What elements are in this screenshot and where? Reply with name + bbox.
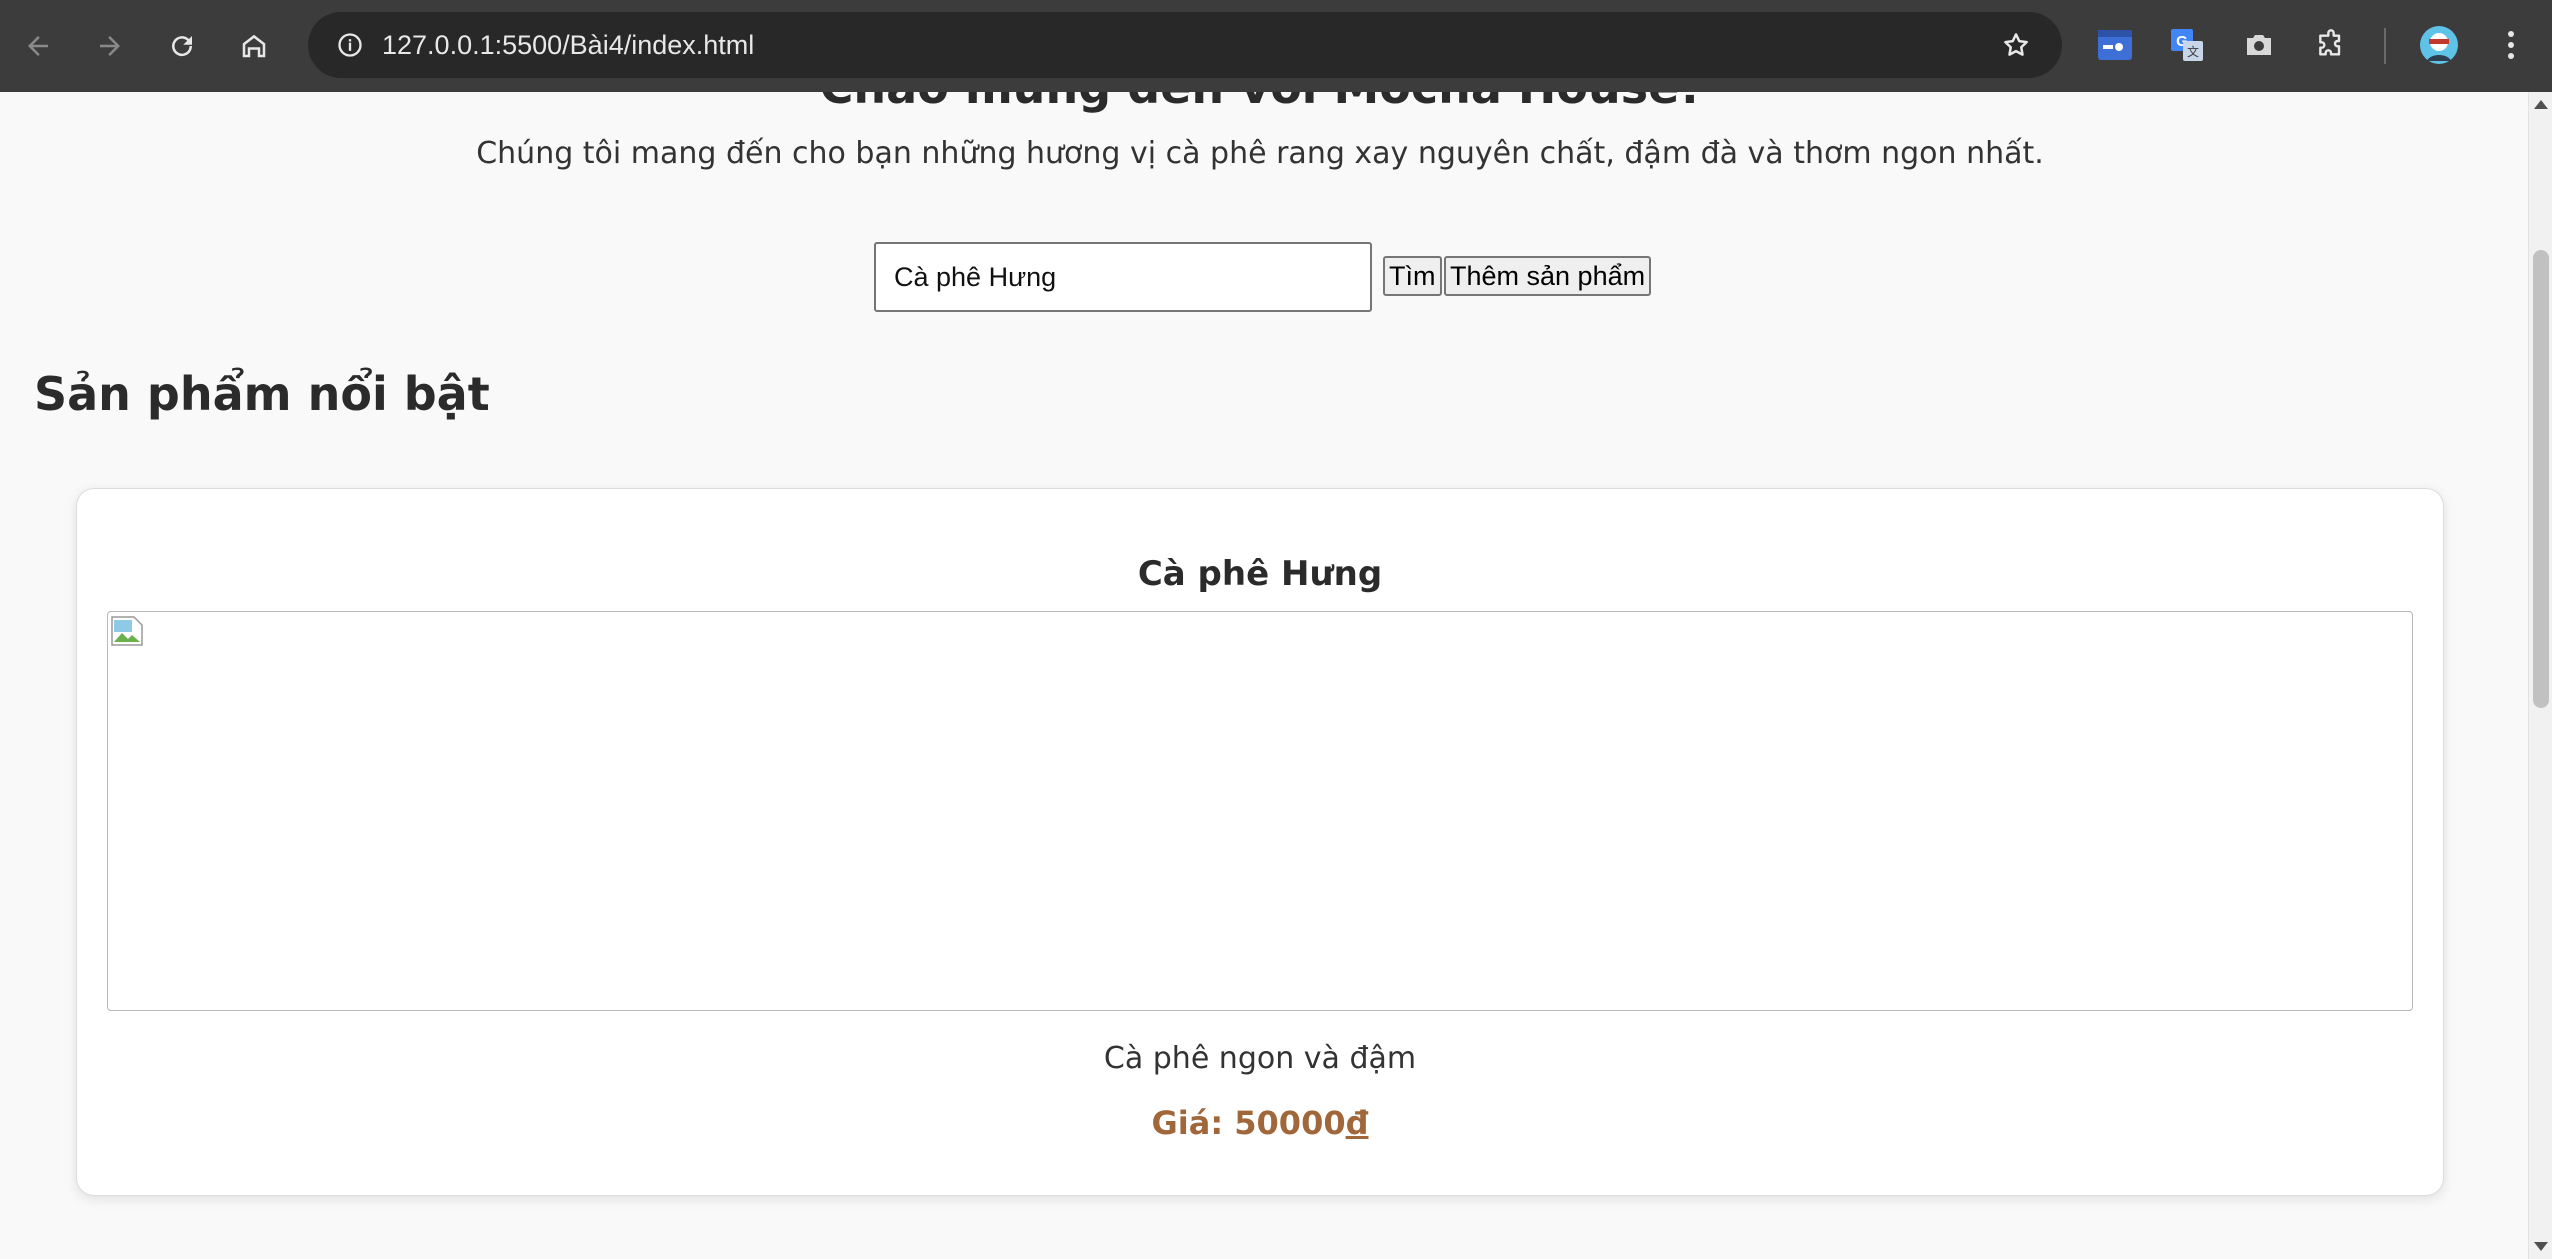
url-text[interactable]: 127.0.0.1:5500/Bài4/index.html bbox=[382, 12, 754, 78]
search-button[interactable]: Tìm bbox=[1383, 256, 1442, 296]
forward-icon[interactable] bbox=[86, 22, 134, 70]
scroll-thumb[interactable] bbox=[2533, 250, 2549, 708]
address-bar[interactable]: 127.0.0.1:5500/Bài4/index.html bbox=[308, 12, 2062, 78]
broken-image-icon bbox=[111, 616, 143, 646]
product-image bbox=[107, 611, 2413, 1011]
home-icon[interactable] bbox=[230, 22, 278, 70]
page-content: Chào mừng đến với Mocha House! Chúng tôi… bbox=[0, 92, 2528, 1259]
product-description: Cà phê ngon và đậm bbox=[1103, 1041, 1417, 1076]
search-input[interactable] bbox=[874, 242, 1372, 312]
profile-avatar[interactable] bbox=[2414, 20, 2464, 70]
product-card: Cà phê Hưng Cà phê ngon và đậm Giá: 5000… bbox=[76, 488, 2444, 1196]
toolbar-separator bbox=[2384, 28, 2386, 64]
translate-icon[interactable]: G文 bbox=[2162, 20, 2212, 70]
add-product-button[interactable]: Thêm sản phẩm bbox=[1444, 256, 1652, 296]
product-price: Giá: 50000đ bbox=[77, 1099, 2443, 1147]
site-info-icon[interactable] bbox=[326, 21, 374, 69]
camera-icon[interactable] bbox=[2234, 20, 2284, 70]
product-name: Cà phê Hưng bbox=[1137, 554, 1383, 594]
price-value: 50000 bbox=[1234, 1104, 1346, 1142]
scrollbar[interactable] bbox=[2528, 92, 2552, 1259]
puzzle-icon[interactable] bbox=[2306, 20, 2356, 70]
kebab-menu-icon[interactable] bbox=[2486, 20, 2536, 70]
browser-toolbar: 127.0.0.1:5500/Bài4/index.html G文 bbox=[0, 0, 2552, 93]
price-label: Giá: bbox=[1151, 1104, 1235, 1142]
currency-symbol: đ bbox=[1345, 1104, 1369, 1142]
page-title: Chào mừng đến với Mocha House! bbox=[0, 92, 2520, 134]
svg-text:文: 文 bbox=[2187, 44, 2199, 59]
section-title: Sản phẩm nổi bật bbox=[34, 367, 490, 421]
bookmark-star-icon[interactable] bbox=[1992, 21, 2040, 69]
scroll-up-icon[interactable] bbox=[2534, 100, 2548, 109]
scroll-down-icon[interactable] bbox=[2534, 1242, 2548, 1251]
page-subtitle: Chúng tôi mang đến cho bạn những hương v… bbox=[476, 136, 2044, 171]
back-icon[interactable] bbox=[14, 22, 62, 70]
reload-icon[interactable] bbox=[158, 22, 206, 70]
extension-icon[interactable] bbox=[2090, 20, 2140, 70]
